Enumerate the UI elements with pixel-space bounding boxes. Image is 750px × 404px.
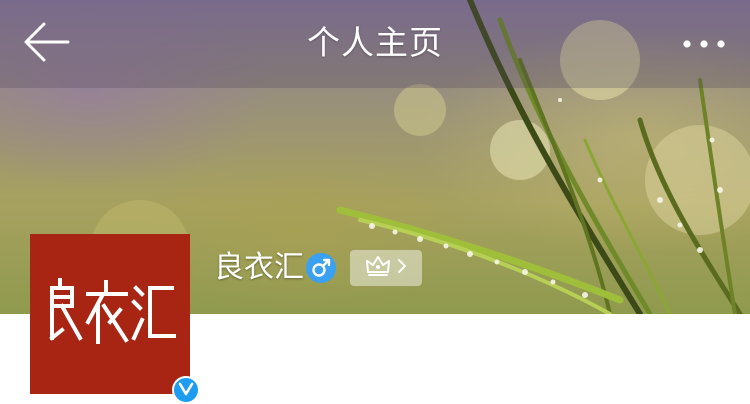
more-button[interactable] (676, 20, 732, 66)
chevron-right-icon (397, 258, 407, 278)
profile-screen: 个人主页 良衣汇 (0, 0, 750, 404)
verified-badge (172, 376, 200, 404)
crown-icon (365, 254, 391, 282)
more-dots-icon (682, 34, 726, 53)
verified-v-icon (178, 381, 194, 400)
profile-name-row: 良衣汇 (214, 248, 422, 288)
avatar-logo-image (49, 278, 176, 344)
vip-badge[interactable] (350, 250, 422, 286)
top-navigation-bar: 个人主页 (0, 0, 750, 88)
avatar[interactable] (30, 234, 190, 394)
male-gender-icon (306, 253, 336, 283)
username: 良衣汇 (214, 250, 304, 285)
page-title: 个人主页 (307, 23, 443, 62)
